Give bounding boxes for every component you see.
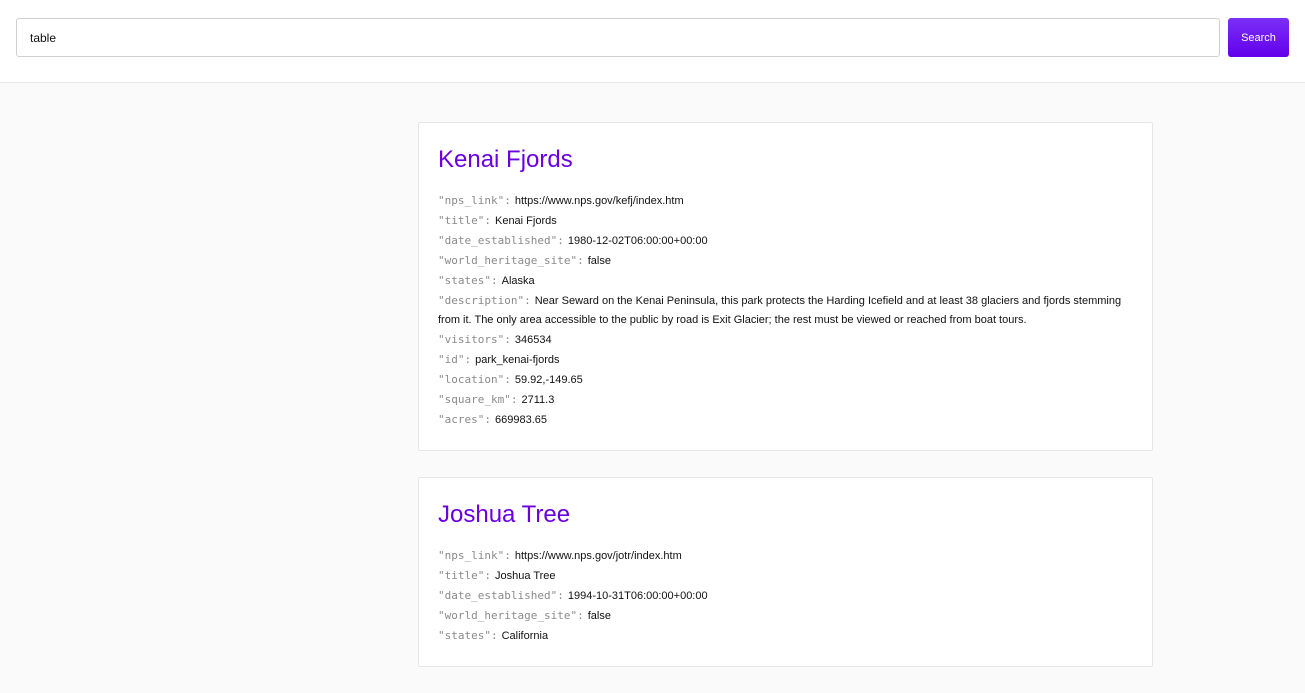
search-input[interactable] xyxy=(16,18,1220,57)
field-value: California xyxy=(501,630,549,642)
field-value: 1980-12-02T06:00:00+00:00 xyxy=(567,235,708,247)
result-card: Joshua Tree "nps_link": https://www.nps.g… xyxy=(418,477,1153,667)
field-value: Alaska xyxy=(501,275,535,287)
field-location: "location": 59.92,-149.65 xyxy=(438,370,1133,390)
field-value: https://www.nps.gov/kefj/index.htm xyxy=(514,195,684,207)
field-value: 2711.3 xyxy=(521,394,555,406)
field-value: https://www.nps.gov/jotr/index.htm xyxy=(514,550,682,562)
field-id: "id": park_kenai-fjords xyxy=(438,350,1133,370)
result-card: Kenai Fjords "nps_link": https://www.nps.… xyxy=(418,122,1153,451)
field-title: "title": Kenai Fjords xyxy=(438,211,1133,231)
results-list: Kenai Fjords "nps_link": https://www.nps.… xyxy=(418,122,1153,693)
field-title: "title": Joshua Tree xyxy=(438,566,1133,586)
field-key: "square_km": xyxy=(438,393,518,406)
field-world-heritage-site: "world_heritage_site": false xyxy=(438,606,1133,626)
field-value: 669983.65 xyxy=(494,414,547,426)
field-key: "date_established": xyxy=(438,589,564,602)
field-states: "states": California xyxy=(438,626,1133,646)
field-value: Kenai Fjords xyxy=(494,215,557,227)
field-date-established: "date_established": 1994-10-31T06:00:00+0… xyxy=(438,586,1133,606)
field-key: "states": xyxy=(438,629,498,642)
field-states: "states": Alaska xyxy=(438,271,1133,291)
search-bar: Search xyxy=(0,0,1305,83)
field-key: "title": xyxy=(438,214,491,227)
field-value: 1994-10-31T06:00:00+00:00 xyxy=(567,590,708,602)
field-key: "nps_link": xyxy=(438,549,511,562)
result-title[interactable]: Joshua Tree xyxy=(438,498,1133,532)
field-key: "world_heritage_site": xyxy=(438,254,584,267)
field-value: false xyxy=(587,255,611,267)
field-value: 59.92,-149.65 xyxy=(514,374,583,386)
search-button[interactable]: Search xyxy=(1228,18,1289,57)
field-world-heritage-site: "world_heritage_site": false xyxy=(438,251,1133,271)
field-key: "id": xyxy=(438,353,472,366)
field-value: Near Seward on the Kenai Peninsula, this… xyxy=(438,295,1122,326)
field-key: "description": xyxy=(438,294,531,307)
field-key: "visitors": xyxy=(438,333,511,346)
field-value: 346534 xyxy=(514,334,552,346)
field-key: "location": xyxy=(438,373,511,386)
field-key: "acres": xyxy=(438,413,491,426)
field-description: "description": Near Seward on the Kenai P… xyxy=(438,291,1133,330)
field-value: Joshua Tree xyxy=(494,570,556,582)
field-value: false xyxy=(587,610,611,622)
field-visitors: "visitors": 346534 xyxy=(438,330,1133,350)
field-key: "states": xyxy=(438,274,498,287)
field-key: "title": xyxy=(438,569,491,582)
field-key: "nps_link": xyxy=(438,194,511,207)
field-nps-link: "nps_link": https://www.nps.gov/kefj/inde… xyxy=(438,191,1133,211)
field-key: "date_established": xyxy=(438,234,564,247)
field-date-established: "date_established": 1980-12-02T06:00:00+0… xyxy=(438,231,1133,251)
field-value: park_kenai-fjords xyxy=(475,354,560,366)
field-square-km: "square_km": 2711.3 xyxy=(438,390,1133,410)
result-title[interactable]: Kenai Fjords xyxy=(438,143,1133,177)
field-nps-link: "nps_link": https://www.nps.gov/jotr/inde… xyxy=(438,546,1133,566)
field-acres: "acres": 669983.65 xyxy=(438,410,1133,430)
field-key: "world_heritage_site": xyxy=(438,609,584,622)
